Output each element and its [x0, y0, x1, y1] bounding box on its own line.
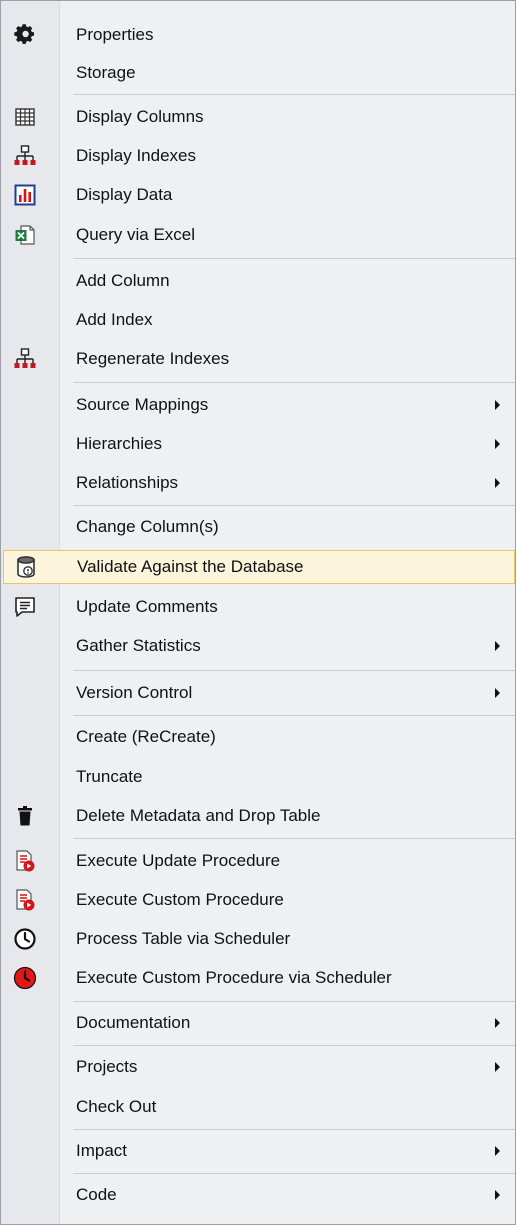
- menu-item-label: Hierarchies: [76, 434, 162, 453]
- procedure-run-icon: [13, 849, 37, 873]
- menu-separator: [73, 670, 515, 671]
- database-check-icon: [14, 555, 38, 579]
- menu-item-label: Query via Excel: [76, 225, 196, 244]
- menu-item-display-columns[interactable]: Display Columns: [3, 100, 515, 134]
- context-menu: Properties Storage Display Columns Displ…: [0, 0, 516, 1225]
- menu-item-label: Create (ReCreate): [76, 727, 216, 746]
- menu-item-label: Regenerate Indexes: [76, 349, 230, 368]
- menu-item-label: Truncate: [76, 767, 143, 786]
- hierarchy-icon: [13, 144, 37, 168]
- menu-item-label: Add Index: [76, 310, 153, 329]
- menu-item-version-control[interactable]: Version Control: [3, 676, 515, 710]
- menu-separator: [73, 94, 515, 95]
- menu-item-hierarchies[interactable]: Hierarchies: [3, 427, 515, 461]
- menu-item-label: Code: [76, 1185, 117, 1204]
- menu-item-label: Gather Statistics: [76, 636, 201, 655]
- menu-item-execute-custom-procedure[interactable]: Execute Custom Procedure: [3, 883, 515, 917]
- menu-separator: [73, 382, 515, 383]
- menu-item-label: Projects: [76, 1057, 138, 1076]
- comment-icon: [13, 595, 37, 619]
- menu-item-label: Validate Against the Database: [77, 557, 304, 576]
- menu-item-label: Execute Custom Procedure via Scheduler: [76, 968, 392, 987]
- red-clock-icon: [13, 966, 37, 990]
- clock-icon: [13, 927, 37, 951]
- excel-icon: [13, 223, 37, 247]
- menu-item-label: Source Mappings: [76, 395, 209, 414]
- submenu-arrow-icon: [495, 478, 500, 488]
- menu-item-update-comments[interactable]: Update Comments: [3, 590, 515, 624]
- gear-icon: [13, 23, 37, 47]
- menu-item-label: Process Table via Scheduler: [76, 929, 291, 948]
- menu-item-label: Execute Update Procedure: [76, 851, 281, 870]
- submenu-arrow-icon: [495, 688, 500, 698]
- menu-item-add-index[interactable]: Add Index: [3, 303, 515, 337]
- menu-separator: [73, 258, 515, 259]
- trash-icon: [13, 804, 37, 828]
- menu-item-properties[interactable]: Properties: [3, 18, 515, 52]
- submenu-arrow-icon: [495, 1062, 500, 1072]
- menu-item-label: Version Control: [76, 683, 193, 702]
- submenu-arrow-icon: [495, 439, 500, 449]
- menu-item-label: Impact: [76, 1141, 128, 1160]
- menu-item-impact[interactable]: Impact: [3, 1134, 515, 1168]
- menu-item-add-column[interactable]: Add Column: [3, 264, 515, 298]
- menu-item-label: Update Comments: [76, 597, 218, 616]
- menu-separator: [73, 838, 515, 839]
- menu-item-label: Execute Custom Procedure: [76, 890, 284, 909]
- menu-item-relationships[interactable]: Relationships: [3, 466, 515, 500]
- procedure-run-icon: [13, 888, 37, 912]
- menu-item-label: Check Out: [76, 1097, 157, 1116]
- menu-item-delete-metadata-drop-table[interactable]: Delete Metadata and Drop Table: [3, 799, 515, 833]
- menu-separator: [73, 1173, 515, 1174]
- menu-item-regenerate-indexes[interactable]: Regenerate Indexes: [3, 342, 515, 376]
- hierarchy-icon: [13, 347, 37, 371]
- menu-item-gather-statistics[interactable]: Gather Statistics: [3, 629, 515, 663]
- menu-item-display-indexes[interactable]: Display Indexes: [3, 139, 515, 173]
- menu-item-label: Change Column(s): [76, 517, 219, 536]
- menu-item-display-data[interactable]: Display Data: [3, 178, 515, 212]
- menu-item-label: Delete Metadata and Drop Table: [76, 806, 321, 825]
- menu-item-execute-update-procedure[interactable]: Execute Update Procedure: [3, 844, 515, 878]
- menu-item-process-table-via-scheduler[interactable]: Process Table via Scheduler: [3, 922, 515, 956]
- menu-item-documentation[interactable]: Documentation: [3, 1006, 515, 1040]
- menu-item-code[interactable]: Code: [3, 1178, 515, 1212]
- menu-item-source-mappings[interactable]: Source Mappings: [3, 388, 515, 422]
- submenu-arrow-icon: [495, 1146, 500, 1156]
- menu-separator: [73, 1129, 515, 1130]
- menu-item-label: Add Column: [76, 271, 170, 290]
- menu-item-label: Display Data: [76, 185, 173, 204]
- menu-item-storage[interactable]: Storage: [3, 56, 515, 90]
- submenu-arrow-icon: [495, 1190, 500, 1200]
- grid-icon: [13, 105, 37, 129]
- menu-item-label: Storage: [76, 63, 136, 82]
- menu-item-label: Display Columns: [76, 107, 204, 126]
- menu-item-create-recreate[interactable]: Create (ReCreate): [3, 720, 515, 754]
- submenu-arrow-icon: [495, 1018, 500, 1028]
- menu-item-check-out[interactable]: Check Out: [3, 1090, 515, 1124]
- menu-item-truncate[interactable]: Truncate: [3, 760, 515, 794]
- menu-item-label: Properties: [76, 25, 154, 44]
- menu-item-validate-against-database[interactable]: Validate Against the Database: [3, 550, 515, 584]
- menu-item-label: Display Indexes: [76, 146, 197, 165]
- bar-chart-icon: [13, 183, 37, 207]
- menu-item-query-via-excel[interactable]: Query via Excel: [3, 218, 515, 252]
- menu-separator: [73, 505, 515, 506]
- submenu-arrow-icon: [495, 641, 500, 651]
- menu-item-change-columns[interactable]: Change Column(s): [3, 510, 515, 544]
- menu-item-projects[interactable]: Projects: [3, 1050, 515, 1084]
- menu-item-execute-custom-procedure-via-scheduler[interactable]: Execute Custom Procedure via Scheduler: [3, 961, 515, 995]
- submenu-arrow-icon: [495, 400, 500, 410]
- menu-separator: [73, 1045, 515, 1046]
- menu-separator: [73, 1001, 515, 1002]
- menu-item-label: Documentation: [76, 1013, 191, 1032]
- menu-item-label: Relationships: [76, 473, 179, 492]
- menu-separator: [73, 715, 515, 716]
